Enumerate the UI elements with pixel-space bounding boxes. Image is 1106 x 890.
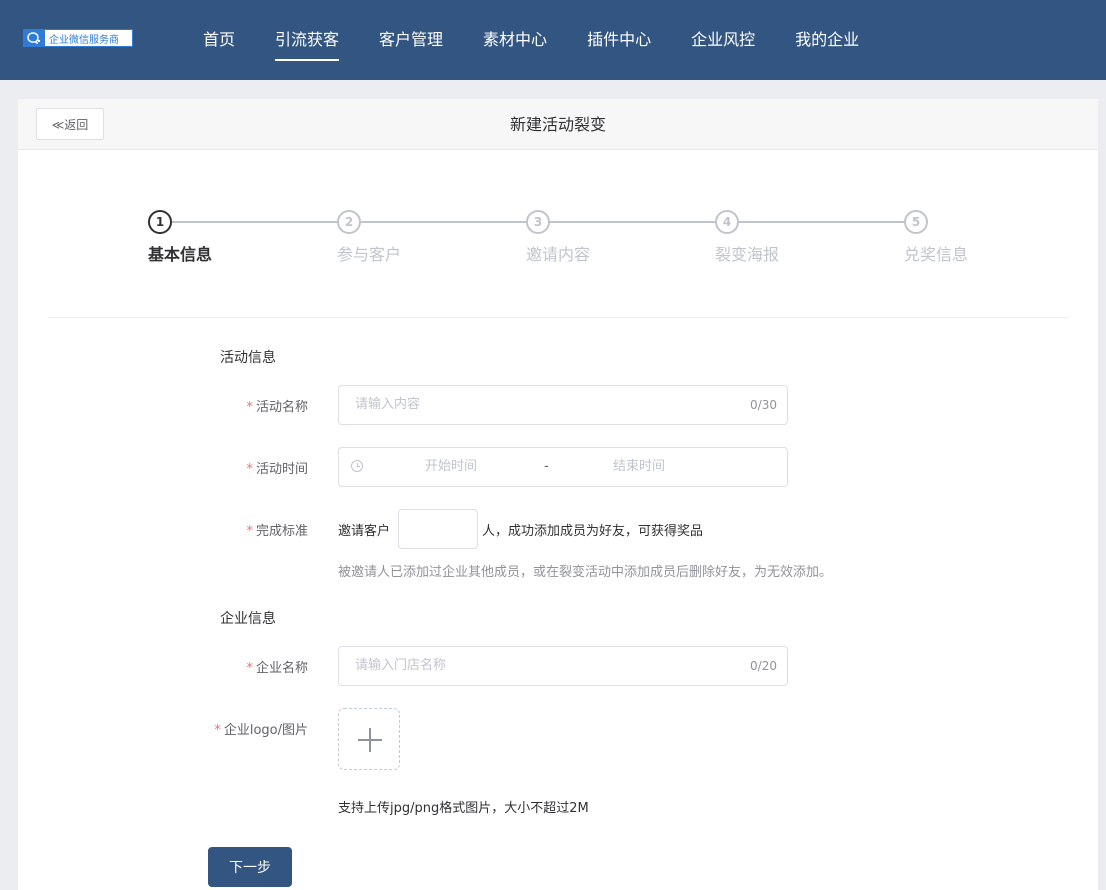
required-mark: *	[246, 524, 253, 539]
criteria-label: * 完成标准	[178, 520, 308, 539]
step-2-label: 参与客户	[337, 245, 402, 264]
step-connector	[538, 221, 716, 223]
company-logo-label-text: 企业logo/图片	[223, 723, 308, 738]
required-mark: *	[246, 661, 253, 676]
activity-time-label-text: 活动时间	[255, 462, 308, 477]
invite-count-input[interactable]	[398, 509, 478, 549]
activity-name-label: * 活动名称	[178, 396, 308, 415]
criteria-suffix: 人，成功添加成员为好友，可获得奖品	[482, 524, 704, 539]
nav-item-home[interactable]: 首页	[203, 0, 235, 80]
clock-icon	[351, 460, 363, 472]
top-nav-bar: 企业微信服务商 首页 引流获客 客户管理 素材中心 插件中心 企业风控 我的企业	[0, 0, 1106, 80]
step-3-indicator[interactable]: 3	[526, 210, 550, 234]
page-title: 新建活动裂变	[509, 115, 606, 134]
next-step-button[interactable]: 下一步	[208, 847, 292, 887]
nav-item-plugins[interactable]: 插件中心	[587, 0, 651, 80]
step-2-indicator[interactable]: 2	[337, 210, 361, 234]
activity-name-input[interactable]: 请输入内容 0/30	[338, 385, 788, 425]
required-mark: *	[246, 400, 253, 415]
criteria-label-text: 完成标准	[255, 524, 308, 539]
step-4-indicator[interactable]: 4	[715, 210, 739, 234]
divider	[48, 317, 1068, 318]
step-1-indicator[interactable]: 1	[148, 210, 172, 234]
logo[interactable]: 企业微信服务商	[23, 29, 133, 47]
activity-time-label: * 活动时间	[178, 458, 308, 477]
nav-item-acquisition[interactable]: 引流获客	[275, 0, 340, 80]
activity-name-placeholder: 请输入内容	[355, 397, 421, 412]
step-connector	[160, 221, 338, 223]
nav-item-my-company[interactable]: 我的企业	[795, 0, 859, 80]
company-logo-label: * 企业logo/图片	[178, 719, 308, 738]
end-time-placeholder[interactable]: 结束时间	[613, 448, 665, 486]
criteria-hint: 被邀请人已添加过企业其他成员，或在裂变活动中添加成员后删除好友，为无效添加。	[338, 565, 833, 580]
logo-upload-button[interactable]	[338, 708, 400, 770]
step-connector	[349, 221, 527, 223]
range-separator: -	[544, 459, 549, 474]
required-mark: *	[214, 723, 221, 738]
company-name-char-count: 0/20	[750, 659, 777, 673]
back-button[interactable]: ≪返回	[36, 108, 104, 140]
section-title-activity: 活动信息	[220, 350, 276, 366]
step-5-label: 兑奖信息	[904, 245, 969, 264]
activity-time-range-picker[interactable]: 开始时间 - 结束时间	[338, 447, 788, 487]
logo-text: 企业微信服务商	[49, 34, 119, 46]
activity-name-char-count: 0/30	[750, 398, 777, 412]
criteria-prefix: 邀请客户	[338, 524, 391, 539]
activity-name-label-text: 活动名称	[255, 400, 308, 415]
required-mark: *	[246, 462, 253, 477]
step-1-label: 基本信息	[148, 245, 213, 264]
chat-bubble-icon	[23, 29, 45, 47]
company-name-placeholder: 请输入门店名称	[355, 658, 447, 673]
section-title-company: 企业信息	[220, 611, 276, 627]
step-3-label: 邀请内容	[526, 245, 591, 264]
start-time-placeholder[interactable]: 开始时间	[425, 448, 477, 486]
nav-item-risk-control[interactable]: 企业风控	[691, 0, 755, 80]
nav-item-customers[interactable]: 客户管理	[379, 0, 443, 80]
upload-hint: 支持上传jpg/png格式图片，大小不超过2M	[338, 801, 589, 816]
step-5-indicator[interactable]: 5	[904, 210, 928, 234]
company-name-input[interactable]: 请输入门店名称 0/20	[338, 646, 788, 686]
company-name-label: * 企业名称	[178, 657, 308, 676]
company-name-label-text: 企业名称	[255, 661, 308, 676]
main-nav: 首页 引流获客 客户管理 素材中心 插件中心 企业风控 我的企业	[203, 0, 899, 80]
step-connector	[727, 221, 905, 223]
card-header: 新建活动裂变 ≪返回	[18, 99, 1098, 150]
main-card: 新建活动裂变 ≪返回 1 2 3 4 5 基本信息 参与客户 邀请内容 裂变海报…	[18, 99, 1098, 890]
nav-item-materials[interactable]: 素材中心	[483, 0, 547, 80]
step-4-label: 裂变海报	[715, 245, 780, 264]
